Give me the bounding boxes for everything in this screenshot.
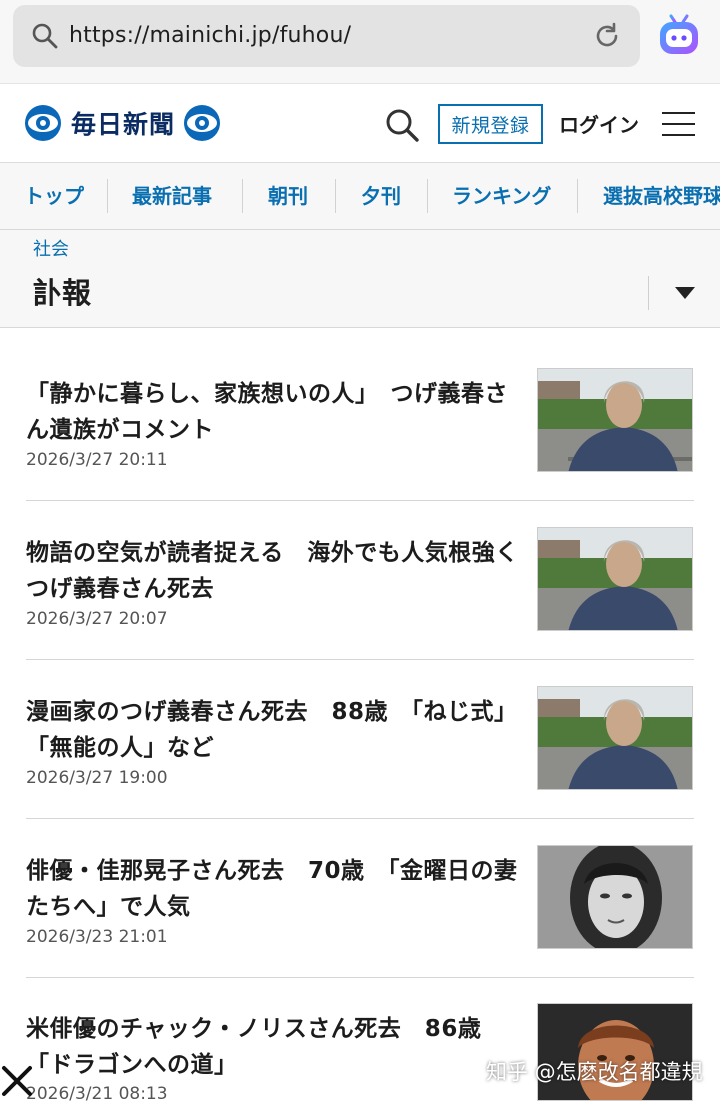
article-title[interactable]: 物語の空気が読者捉える 海外でも人気根強く つげ義春さん死去 [26,535,542,607]
article-item[interactable]: 漫画家のつげ義春さん死去 88歳 「ねじ式」「無能の人」など 2026/3/27… [26,686,694,794]
article-thumbnail[interactable] [537,527,693,631]
article-date: 2026/3/27 19:00 [26,768,168,788]
login-link[interactable]: ログイン [559,109,639,138]
article-title[interactable]: 米俳優のチャック・ノリスさん死去 86歳 「ドラゴンへの道」 [26,1011,521,1083]
site-logo[interactable]: 毎日新聞 [24,103,221,143]
article-date: 2026/3/21 08:13 [26,1084,168,1101]
category-nav: トップ 最新記事 朝刊 夕刊 ランキング 選抜高校野球 [0,163,720,230]
watermark: 知乎 @怎麽改名都違規 [486,1060,703,1084]
close-icon[interactable] [0,1064,34,1098]
photo-woman-icon [538,846,692,948]
article-item[interactable]: 物語の空気が読者捉える 海外でも人気根強く つげ義春さん死去 2026/3/27… [26,527,694,635]
article-date: 2026/3/27 20:07 [26,609,168,629]
register-button[interactable]: 新規登録 [438,104,543,144]
article-item[interactable]: 俳優・佳那晃子さん死去 70歳 「金曜日の妻たちへ」で人気 2026/3/23 … [26,845,694,953]
category-breadcrumb[interactable]: 社会 [33,235,69,261]
nav-item-morning[interactable]: 朝刊 [268,180,308,212]
nav-item-latest[interactable]: 最新記事 [132,180,212,212]
article-thumbnail[interactable] [537,686,693,790]
article-date: 2026/3/27 20:11 [26,450,168,470]
nav-divider [107,179,108,213]
page-title: 訃報 [33,276,92,310]
logo-emblem-icon [184,105,221,141]
header-divider [648,276,649,310]
nav-item-senbatsu[interactable]: 選抜高校野球 [603,180,720,212]
nav-divider [577,179,578,213]
article-title[interactable]: 漫画家のつげ義春さん死去 88歳 「ねじ式」「無能の人」など [26,694,521,766]
site-header: 毎日新聞 新規登録 ログイン [0,85,720,163]
list-divider [26,977,694,978]
url-text[interactable]: https://mainichi.jp/fuhou/ [69,19,351,53]
nav-divider [427,179,428,213]
chevron-down-icon[interactable] [675,287,695,299]
article-item[interactable]: 「静かに暮らし、家族想いの人」 つげ義春さん遺族がコメント 2026/3/27 … [26,368,694,476]
article-title[interactable]: 「静かに暮らし、家族想いの人」 つげ義春さん遺族がコメント [26,376,521,448]
category-header: 社会 訃報 [0,230,720,328]
menu-icon[interactable] [662,112,695,136]
logo-emblem-icon [25,105,61,141]
reload-icon[interactable] [592,21,622,51]
list-divider [26,818,694,819]
list-divider [26,500,694,501]
article-date: 2026/3/23 21:01 [26,927,168,947]
photo-smiling-man-icon [538,1004,692,1100]
nav-item-ranking[interactable]: ランキング [452,180,551,212]
list-divider [26,659,694,660]
nav-item-evening[interactable]: 夕刊 [361,180,401,212]
article-thumbnail[interactable] [537,845,693,949]
nav-divider [242,179,243,213]
nav-item-top[interactable]: トップ [24,180,84,212]
article-thumbnail[interactable] [537,368,693,472]
photo-elderly-man-icon [538,528,692,630]
logo-text: 毎日新聞 [71,110,176,139]
photo-elderly-man-icon [538,369,692,471]
article-thumbnail[interactable] [537,1003,693,1101]
extension-bot-icon[interactable] [656,12,702,58]
photo-elderly-man-icon [538,687,692,789]
search-icon[interactable] [384,107,420,143]
address-bar[interactable]: https://mainichi.jp/fuhou/ [13,5,640,67]
article-title[interactable]: 俳優・佳那晃子さん死去 70歳 「金曜日の妻たちへ」で人気 [26,853,521,925]
browser-toolbar: https://mainichi.jp/fuhou/ [0,0,720,84]
nav-divider [335,179,336,213]
search-icon [32,23,58,49]
